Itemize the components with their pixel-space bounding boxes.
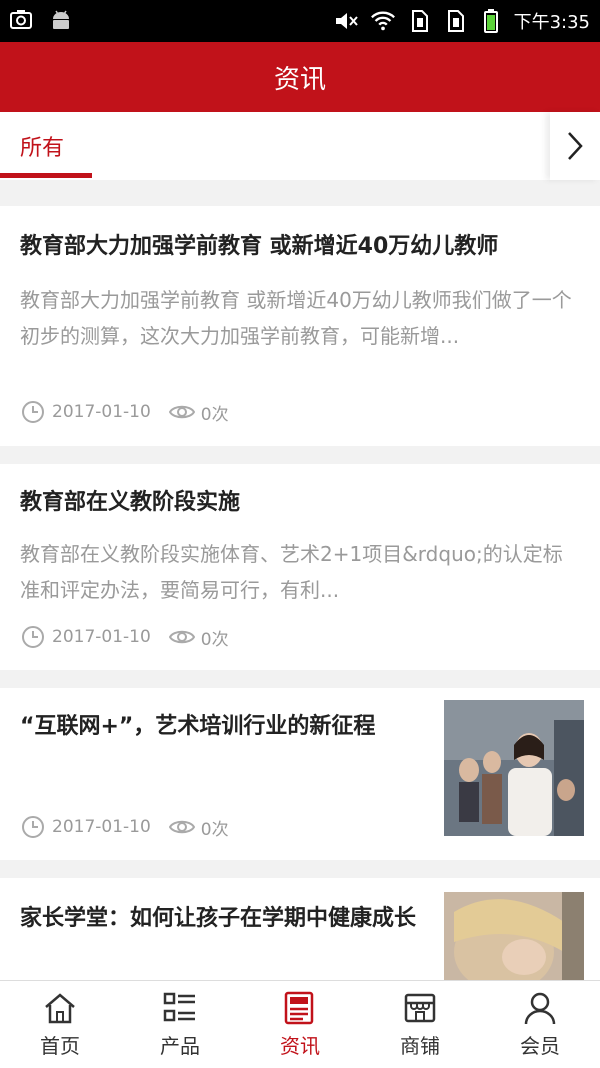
article-date: 2017-01-10 bbox=[52, 817, 151, 837]
sim2-icon bbox=[442, 8, 468, 34]
article-thumbnail bbox=[444, 892, 584, 980]
article-title: 家长学堂：如何让孩子在学期中健康成长 bbox=[20, 906, 417, 931]
article-meta: 2017-01-10 0次 bbox=[20, 399, 229, 425]
chevron-right-icon bbox=[568, 132, 583, 160]
nav-label: 首页 bbox=[40, 1034, 80, 1058]
wifi-icon bbox=[370, 8, 396, 34]
user-icon bbox=[522, 990, 558, 1026]
eye-icon bbox=[168, 814, 195, 840]
article-meta: 2017-01-10 0次 bbox=[20, 624, 229, 650]
category-tabbar: 所有 bbox=[0, 112, 600, 180]
sim1-icon bbox=[406, 8, 432, 34]
tab-all[interactable]: 所有 bbox=[20, 130, 64, 162]
list-icon bbox=[162, 990, 198, 1026]
article-views: 0次 bbox=[200, 404, 229, 425]
article-card[interactable]: “互联网+”，艺术培训行业的新征程 2017-01-10 0次 bbox=[0, 688, 600, 860]
android-icon bbox=[48, 7, 74, 33]
nav-products[interactable]: 产品 bbox=[120, 981, 240, 1068]
article-date: 2017-01-10 bbox=[52, 402, 151, 422]
news-icon bbox=[282, 990, 318, 1026]
article-card[interactable]: 教育部大力加强学前教育 或新增近40万幼儿教师 教育部大力加强学前教育 或新增近… bbox=[0, 206, 600, 446]
status-bar: 下午3:35 bbox=[0, 0, 600, 42]
nav-news[interactable]: 资讯 bbox=[240, 981, 360, 1068]
nav-home[interactable]: 首页 bbox=[0, 981, 120, 1068]
article-summary: 教育部大力加强学前教育 或新增近40万幼儿教师我们做了一个初步的测算，这次大力加… bbox=[20, 288, 572, 348]
mute-icon bbox=[334, 8, 360, 34]
nav-label: 商铺 bbox=[400, 1034, 440, 1058]
article-card[interactable]: 家长学堂：如何让孩子在学期中健康成长 bbox=[0, 878, 600, 980]
eye-icon bbox=[168, 624, 195, 650]
article-card[interactable]: 教育部在义教阶段实施 教育部在义教阶段实施体育、艺术2+1项目&rdquo;的认… bbox=[0, 464, 600, 670]
nav-label: 资讯 bbox=[280, 1034, 320, 1058]
article-views: 0次 bbox=[200, 819, 229, 840]
page-title-bar: 资讯 bbox=[0, 42, 600, 112]
article-date: 2017-01-10 bbox=[52, 627, 151, 647]
bottom-nav: 首页 产品 资讯 商铺 会员 bbox=[0, 980, 600, 1068]
home-icon bbox=[42, 990, 78, 1026]
clock-icon bbox=[20, 624, 46, 650]
article-title: 教育部在义教阶段实施 bbox=[20, 490, 241, 515]
article-views: 0次 bbox=[200, 629, 229, 650]
nav-label: 会员 bbox=[520, 1034, 560, 1058]
tab-active-indicator bbox=[0, 173, 92, 178]
article-title: 教育部大力加强学前教育 或新增近40万幼儿教师 bbox=[20, 234, 499, 259]
nav-member[interactable]: 会员 bbox=[480, 981, 600, 1068]
article-meta: 2017-01-10 0次 bbox=[20, 814, 229, 840]
clock-icon bbox=[20, 814, 46, 840]
article-thumbnail bbox=[444, 700, 584, 836]
clock-icon bbox=[20, 399, 46, 425]
tab-more-button[interactable] bbox=[550, 112, 600, 180]
status-time: 下午3:35 bbox=[513, 12, 590, 33]
nav-store[interactable]: 商铺 bbox=[360, 981, 480, 1068]
page-title: 资讯 bbox=[273, 64, 326, 95]
eye-icon bbox=[168, 399, 195, 425]
article-title: “互联网+”，艺术培训行业的新征程 bbox=[20, 714, 376, 739]
store-icon bbox=[402, 990, 438, 1026]
battery-icon bbox=[478, 8, 504, 34]
screenshot-icon bbox=[8, 7, 34, 33]
nav-label: 产品 bbox=[160, 1034, 200, 1058]
article-summary: 教育部在义教阶段实施体育、艺术2+1项目&rdquo;的认定标准和评定办法，要简… bbox=[20, 542, 563, 602]
